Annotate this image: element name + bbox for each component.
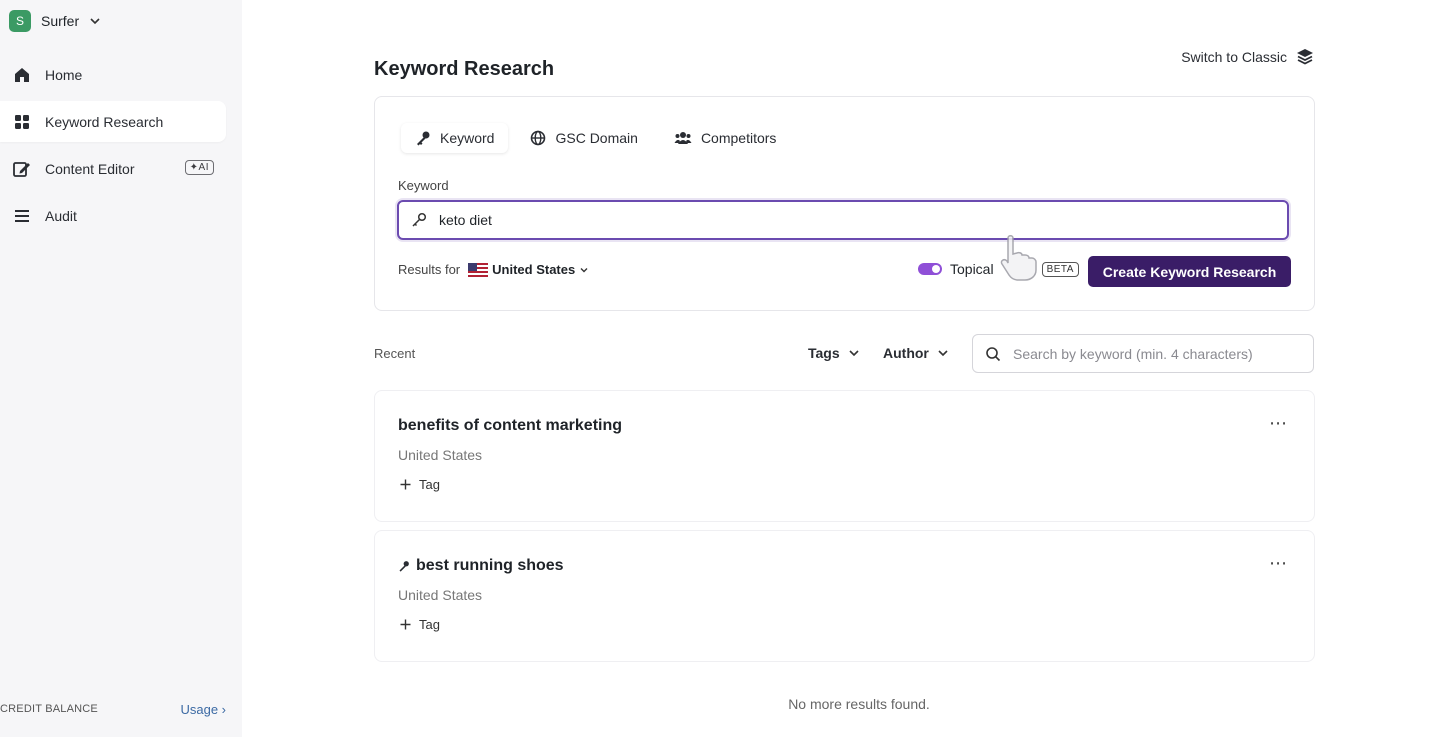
credit-balance-label: CREDIT BALANCE [0,703,98,715]
chevron-down-icon [90,18,100,25]
recent-item-title-text: best running shoes [416,557,564,574]
recent-item-country: United States [398,587,483,603]
chevron-down-icon [938,350,948,357]
home-icon [10,66,34,84]
sidebar-item-label: Keyword Research [45,113,164,130]
recent-search-input[interactable] [1011,344,1305,363]
create-keyword-research-button[interactable]: Create Keyword Research [1088,256,1291,287]
workspace-name: Surfer [41,13,80,29]
users-icon [674,132,692,144]
topical-toggle[interactable] [918,263,942,275]
tab-keyword[interactable]: Keyword [401,123,509,153]
tab-label: Keyword [440,130,495,146]
recent-search-wrapper [972,334,1314,373]
sidebar-item-label: Content Editor [45,160,135,177]
no-more-results: No more results found. [788,696,930,712]
sidebar-item-label: Audit [45,207,77,224]
us-flag-icon [468,262,489,277]
sidebar-item-home[interactable]: Home [0,54,226,95]
hand-cursor-icon [1000,235,1037,281]
results-for: Results for United States [398,262,589,277]
workspace-avatar: S [9,10,31,32]
topical-label: Topical [950,261,994,277]
more-options-icon[interactable]: ⋯ [1269,413,1288,434]
credit-balance: CREDIT BALANCE Usage › [0,700,226,718]
layers-icon [1297,49,1313,65]
sidebar-item-content-editor[interactable]: Content Editor ✦AI [0,148,226,189]
sidebar-item-label: Home [45,66,83,83]
chevron-down-icon [849,350,859,357]
add-tag-button[interactable]: Tag [400,477,440,492]
sidebar: S Surfer Home Keyword Research Content E… [0,0,242,737]
recent-label: Recent [374,346,416,361]
sidebar-item-audit[interactable]: Audit [0,195,226,236]
ai-badge: ✦AI [184,160,214,175]
recent-item-title-text: benefits of content marketing [398,417,623,434]
usage-link[interactable]: Usage › [180,702,226,717]
tab-label: Competitors [700,130,777,146]
country-select[interactable]: United States [468,262,589,277]
results-for-label: Results for [398,262,461,277]
beta-badge: BETA [1041,261,1079,277]
keyword-field-label: Keyword [398,178,449,193]
list-item: best running shoes United States Tag ⋯ [374,530,1315,662]
search-icon [986,346,1001,361]
recent-item-title[interactable]: best running shoes [398,557,564,575]
list-icon [10,207,34,225]
recent-item-title[interactable]: benefits of content marketing [398,417,622,435]
search-mode-tabs: Keyword GSC Domain Competitors [401,123,790,153]
edit-icon [10,159,34,179]
sidebar-item-keyword-research[interactable]: Keyword Research [0,101,226,142]
tags-filter-label: Tags [808,345,840,361]
workspace-switcher[interactable]: S Surfer [9,9,101,33]
author-filter[interactable]: Author [883,345,949,361]
plus-icon [400,479,411,490]
key-icon [412,212,427,227]
key-icon [417,131,430,146]
globe-icon [531,130,546,146]
chevron-down-icon [580,267,588,272]
more-options-icon[interactable]: ⋯ [1269,553,1288,574]
sidebar-nav: Home Keyword Research Content Editor ✦AI… [0,54,242,242]
tags-filter[interactable]: Tags [808,345,860,361]
switch-to-classic-button[interactable]: Switch to Classic [1181,47,1315,67]
country-name: United States [492,262,576,277]
keyword-search-card: Keyword GSC Domain Competitors Keyword R… [374,96,1315,311]
switch-label: Switch to Classic [1181,49,1287,65]
tab-label: GSC Domain [555,130,638,146]
key-icon [399,561,409,572]
page-title: Keyword Research [374,58,555,81]
list-item: benefits of content marketing United Sta… [374,390,1315,522]
add-tag-label: Tag [419,617,440,632]
tab-gsc-domain[interactable]: GSC Domain [516,123,651,153]
keyword-input-wrapper [397,200,1289,240]
author-filter-label: Author [883,345,929,361]
keyword-input[interactable] [437,211,1261,229]
grid-icon [10,113,34,131]
plus-icon [400,619,411,630]
add-tag-label: Tag [419,477,440,492]
recent-item-country: United States [398,447,483,463]
add-tag-button[interactable]: Tag [400,617,440,632]
tab-competitors[interactable]: Competitors [660,123,790,153]
